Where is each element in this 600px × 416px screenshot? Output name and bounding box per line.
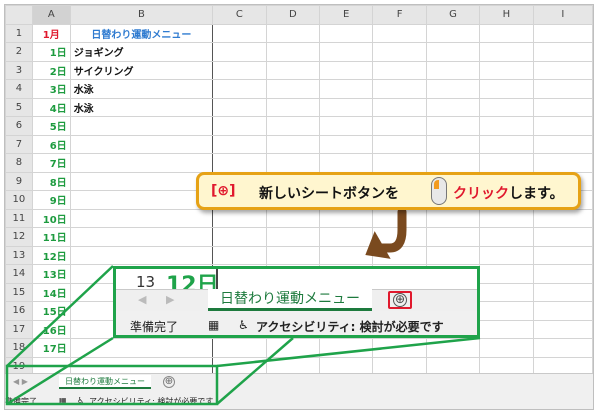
callout-bracket: [⊕] <box>211 183 236 199</box>
mouse-icon <box>431 177 447 205</box>
zoom-tab-bar: ◀ ▶ 日替わり運動メニュー ⊕ <box>116 289 477 311</box>
zoom-macro-icon[interactable]: ▦ <box>208 318 219 332</box>
zoom-divider <box>216 269 218 289</box>
zoom-sheet-tab[interactable]: 日替わり運動メニュー <box>208 289 372 311</box>
zoom-nav-arrows[interactable]: ◀ ▶ <box>138 293 182 306</box>
zoom-inset: 13 12日 ◀ ▶ 日替わり運動メニュー ⊕ 準備完了 ▦ ♿ アクセシビリテ… <box>113 266 480 338</box>
callout-suffix: します。 <box>509 186 564 202</box>
instruction-callout: [⊕] 新しいシートボタンを クリック します。 <box>196 172 581 210</box>
zoom-status-ready: 準備完了 <box>130 320 179 334</box>
callout-action: クリック <box>453 186 509 202</box>
zoom-status-bar: 準備完了 ▦ ♿ アクセシビリティ: 検討が必要です <box>116 311 477 335</box>
callout-main-text: 新しいシートボタンを <box>259 186 399 202</box>
pointer-arrow-icon <box>365 210 407 259</box>
zoom-new-sheet-highlight: ⊕ <box>388 291 412 309</box>
zoom-status-accessibility[interactable]: アクセシビリティ: 検討が必要です <box>256 318 444 335</box>
zoom-accessibility-icon[interactable]: ♿ <box>238 318 249 332</box>
plus-circle-icon[interactable]: ⊕ <box>393 293 407 307</box>
